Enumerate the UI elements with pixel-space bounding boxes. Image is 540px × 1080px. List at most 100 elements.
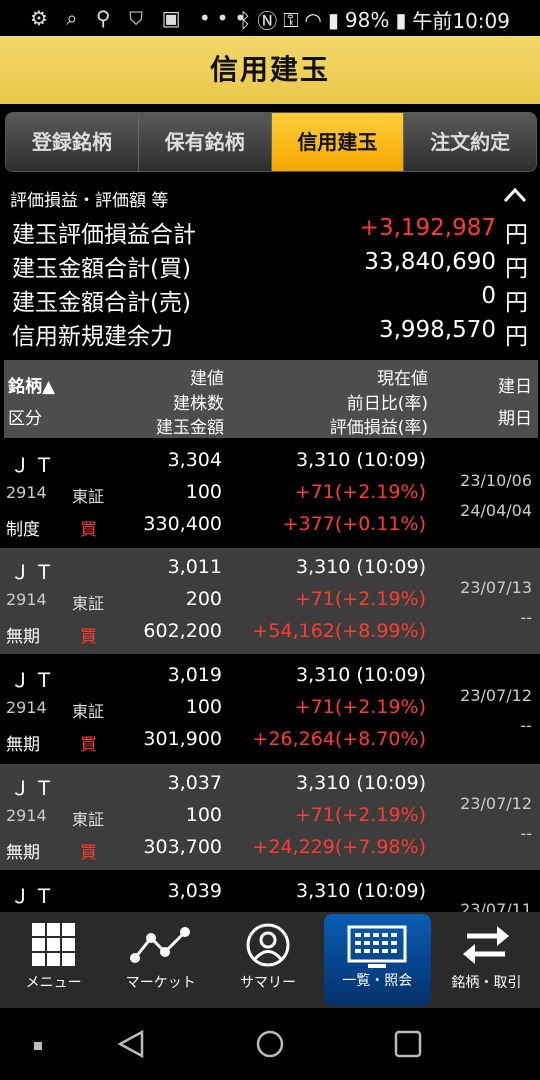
market: 東証 xyxy=(72,810,105,829)
tab-bar: 登録銘柄 保有銘柄 信用建玉 注文約定 xyxy=(5,112,537,172)
sort-by-name-header[interactable]: 銘柄▲ xyxy=(8,372,55,397)
header-current-price: 現在値 xyxy=(377,369,428,389)
trade-side: 買 xyxy=(80,520,97,540)
nav-summary[interactable]: サマリー xyxy=(214,912,321,1008)
current-price: 3,310 (10:09) xyxy=(295,556,426,578)
page-title: 信用建玉 xyxy=(209,53,330,86)
trade-side: 買 xyxy=(80,735,97,755)
nav-stock-trade[interactable]: 銘柄・取引 xyxy=(433,912,540,1008)
stock-code: 2914 xyxy=(6,806,47,825)
header-due-date: 期日 xyxy=(498,409,532,429)
due-date: -- xyxy=(520,824,532,843)
market: 東証 xyxy=(72,487,105,506)
position-row[interactable]: ＪＴ 2914 東証 無期 買 3,037 100 303,700 3,310 … xyxy=(0,764,540,870)
status-icons-right: ᛒ Ⓝ ⚿ ◠ ▮ 98% ▮ 午前10:09 xyxy=(239,5,510,34)
entry-price: 3,304 xyxy=(167,449,222,471)
tab-holdings[interactable]: 保有銘柄 xyxy=(138,113,272,171)
quantity: 100 xyxy=(185,804,222,826)
position-amount: 330,400 xyxy=(143,513,222,535)
bluetooth-icon: ᛒ xyxy=(239,7,252,32)
stock-name: ＪＴ xyxy=(10,884,58,908)
margin-type: 制度 xyxy=(6,520,40,540)
current-price: 3,310 (10:09) xyxy=(295,880,426,902)
position-amount: 301,900 xyxy=(143,728,222,750)
key-icon: ⚿ xyxy=(283,7,299,32)
current-price: 3,310 (10:09) xyxy=(295,664,426,686)
entry-price: 3,039 xyxy=(167,880,222,902)
nav-label: サマリー xyxy=(240,975,296,991)
nav-label: メニュー xyxy=(25,975,82,991)
due-date: -- xyxy=(520,608,532,627)
margin-type: 無期 xyxy=(6,627,40,647)
tab-registered[interactable]: 登録銘柄 xyxy=(6,113,139,171)
stock-name: ＪＴ xyxy=(10,668,58,692)
stock-name: ＪＴ xyxy=(10,776,58,800)
overview-icon[interactable] xyxy=(392,1028,424,1060)
day-change: +71(+2.19%) xyxy=(294,804,426,826)
market: 東証 xyxy=(72,702,105,721)
summary-row-sell-amount: 建玉金額合計(売) 0 円 xyxy=(0,283,540,317)
stock-code: 2914 xyxy=(6,698,47,717)
summary-row-total-pl: 建玉評価損益合計 +3,192,987 円 xyxy=(0,215,540,249)
entry-price: 3,011 xyxy=(167,556,222,578)
chart-line-icon xyxy=(129,927,190,963)
position-amount: 602,200 xyxy=(143,620,222,642)
stock-name: ＪＴ xyxy=(10,453,58,477)
day-change: +71(+2.19%) xyxy=(294,588,426,610)
summary-label: 建玉評価損益合計 xyxy=(12,222,196,248)
header-category: 区分 xyxy=(8,409,42,429)
battery-icon: ▮ xyxy=(395,7,407,32)
quantity: 100 xyxy=(185,696,222,718)
nav-label: マーケット xyxy=(125,975,196,991)
summary-value: 3,998,570 xyxy=(378,317,496,343)
recents-dot-icon[interactable] xyxy=(32,1040,44,1052)
home-icon[interactable] xyxy=(254,1028,286,1060)
summary-label: 信用新規建余力 xyxy=(12,324,173,350)
position-pl: +377(+0.11%) xyxy=(282,513,426,535)
status-bar: ⚙ ⌕ ⚲ ⛉ ▣ ••• ᛒ Ⓝ ⚿ ◠ ▮ 98% ▮ 午前10:09 xyxy=(0,0,540,36)
open-date: 23/07/12 xyxy=(460,686,532,705)
nav-label: 銘柄・取引 xyxy=(451,975,522,991)
swap-arrows-icon xyxy=(463,926,510,964)
signal-icon: ▮ xyxy=(327,7,339,32)
position-row[interactable]: ＪＴ 2914 東証 無期 買 3,011 200 602,200 3,310 … xyxy=(0,548,540,654)
monitor-icon xyxy=(347,925,407,968)
battery-percent: 98% xyxy=(344,7,390,32)
summary-label: 建玉金額合計(売) xyxy=(12,290,191,316)
nav-menu[interactable]: メニュー xyxy=(0,912,107,1008)
header-open-date: 建日 xyxy=(498,377,532,397)
position-row[interactable]: ＪＴ 2914 東証 無期 買 3,019 100 301,900 3,310 … xyxy=(0,656,540,762)
status-icons-left: ⚙ ⌕ ⚲ ⛉ ▣ ••• xyxy=(30,6,253,30)
summary-row-buy-amount: 建玉金額合計(買) 33,840,690 円 xyxy=(0,249,540,283)
open-date: 23/07/11 xyxy=(460,900,532,912)
table-header: 銘柄▲ 区分 建値 建株数 建玉金額 現在値 前日比(率) 評価損益(率) 建日… xyxy=(4,360,538,438)
wifi-icon: ◠ xyxy=(304,7,322,32)
summary-value: 33,840,690 xyxy=(364,249,496,275)
position-row[interactable]: ＪＴ 3,039 3,310 (10:09) 23/07/11 xyxy=(0,872,540,912)
open-date: 23/07/13 xyxy=(460,578,532,597)
trade-side: 買 xyxy=(80,627,97,647)
header-pl: 評価損益(率) xyxy=(329,418,428,438)
header-quantity: 建株数 xyxy=(173,394,224,414)
tab-margin-positions[interactable]: 信用建玉 xyxy=(271,113,405,171)
back-icon[interactable] xyxy=(116,1028,148,1060)
quantity: 100 xyxy=(185,481,222,503)
summary-unit: 円 xyxy=(505,222,528,248)
summary-row-buying-power: 信用新規建余力 3,998,570 円 xyxy=(0,317,540,351)
stock-code: 2914 xyxy=(6,590,47,609)
nav-label: 一覧・照会 xyxy=(342,973,413,989)
position-pl: +24,229(+7.98%) xyxy=(252,836,426,858)
entry-price: 3,019 xyxy=(167,664,222,686)
chevron-up-icon[interactable] xyxy=(502,184,528,206)
due-date: -- xyxy=(520,716,532,735)
nav-market[interactable]: マーケット xyxy=(107,912,214,1008)
header-amount: 建玉金額 xyxy=(156,418,224,438)
summary-unit: 円 xyxy=(505,256,528,282)
summary-section-title: 評価損益・評価額 等 xyxy=(10,191,169,211)
summary-value: 0 xyxy=(481,283,496,309)
system-nav-bar xyxy=(0,1008,540,1080)
nfc-icon: Ⓝ xyxy=(257,9,278,33)
nav-list-inquiry[interactable]: 一覧・照会 xyxy=(323,914,431,1006)
tab-orders[interactable]: 注文約定 xyxy=(404,113,536,171)
position-row[interactable]: ＪＴ 2914 東証 制度 買 3,304 100 330,400 3,310 … xyxy=(0,441,540,547)
